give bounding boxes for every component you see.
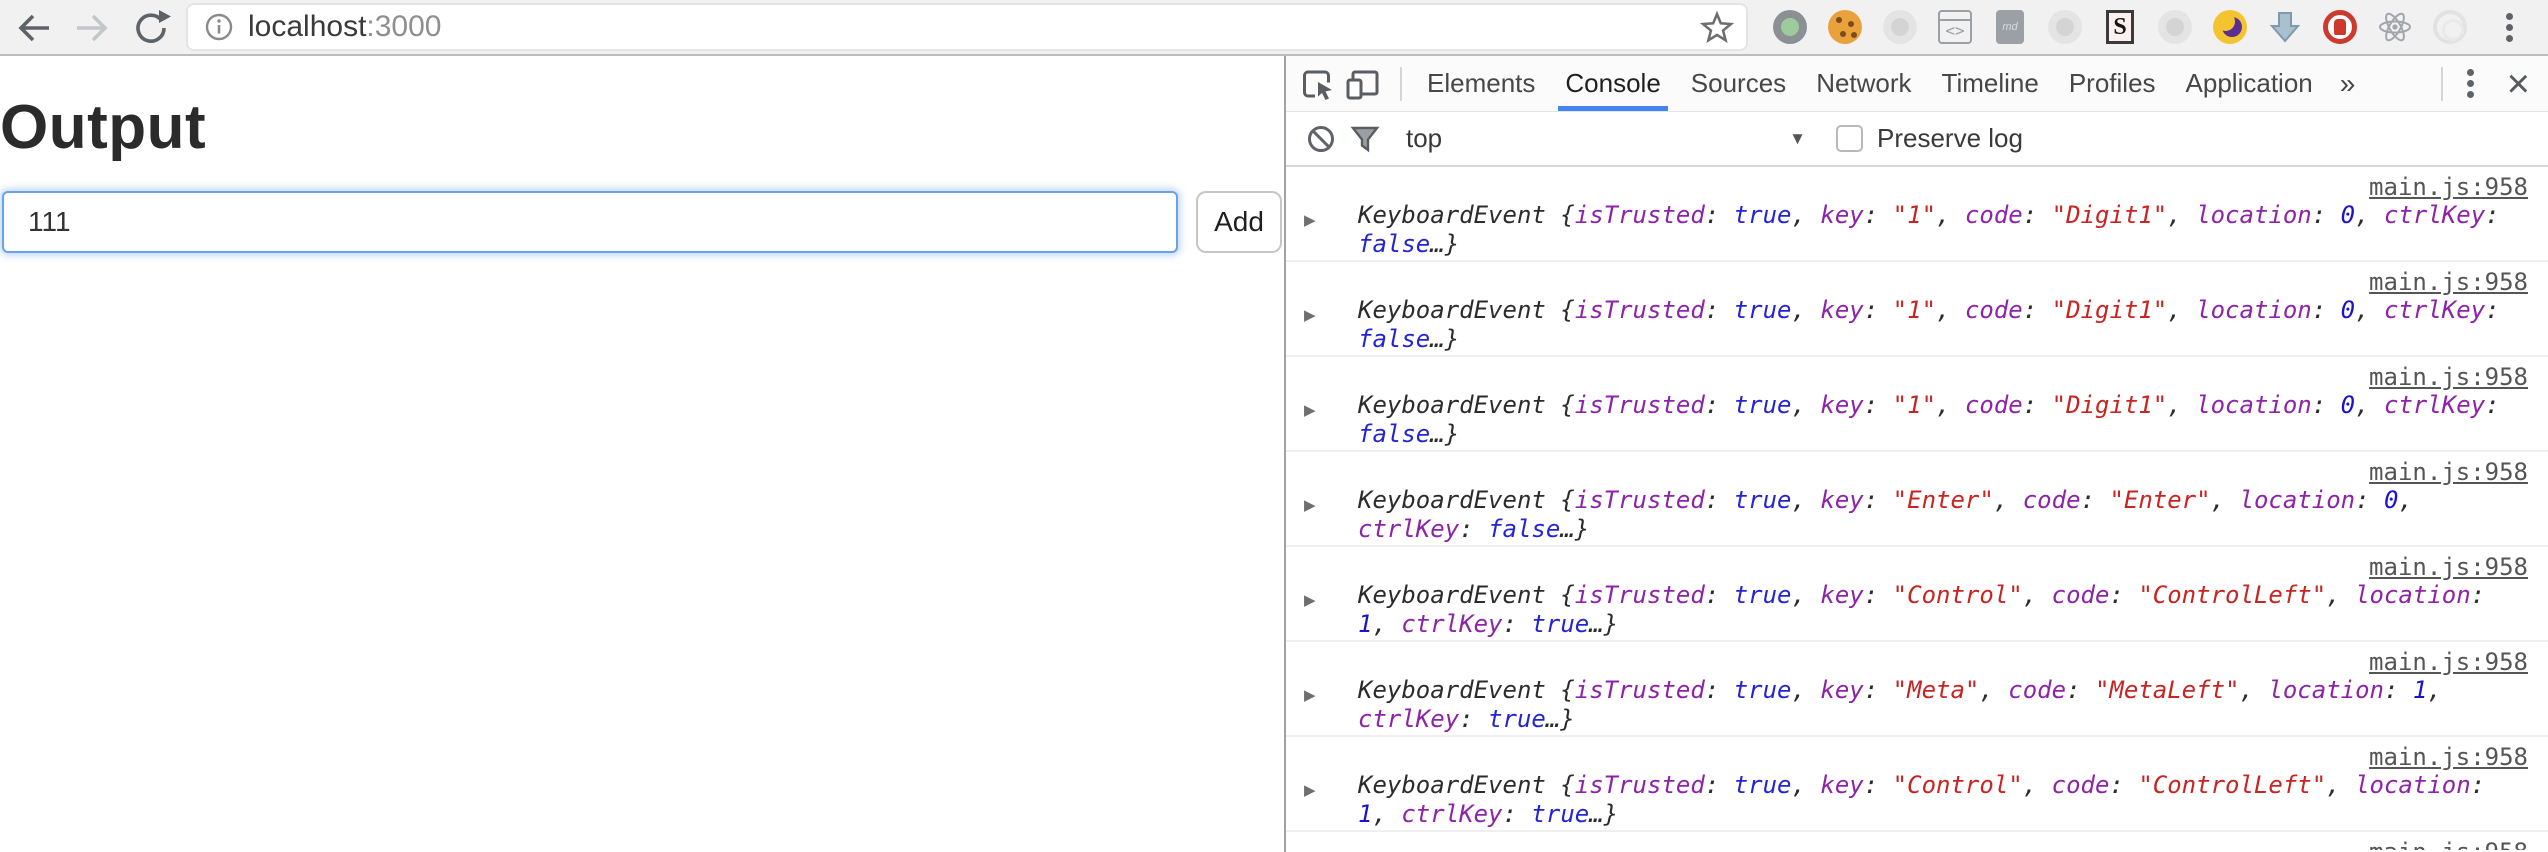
devtools-panel: Elements Console Sources Network Timeline Pro… <box>1284 56 2548 852</box>
execution-context-select[interactable]: top ▼ <box>1406 123 1806 154</box>
inspect-element-icon[interactable] <box>1298 65 1336 103</box>
more-tabs-button[interactable]: » <box>2328 56 2368 111</box>
extension-faded-swirl-icon[interactable] <box>1883 10 1917 44</box>
extension-faded-spiral-icon[interactable] <box>2433 10 2467 44</box>
tab-elements[interactable]: Elements <box>1412 56 1550 111</box>
console-log-entry: main.js:958 ▶ KeyboardEvent {isTrusted: tr… <box>1286 547 2548 642</box>
preserve-log-label: Preserve log <box>1877 123 2023 153</box>
extension-faded-dot-icon[interactable] <box>2158 10 2192 44</box>
extension-cookie-icon[interactable] <box>1828 10 1862 44</box>
source-link[interactable]: main.js:958 <box>1328 743 2528 771</box>
back-button-icon[interactable] <box>12 6 56 50</box>
page-title: Output <box>0 93 207 162</box>
console-toolbar: top ▼ Preserve log <box>1286 112 2548 167</box>
url-text: localhost:3000 <box>248 10 441 44</box>
extension-night-mode-moon-icon[interactable] <box>2213 10 2247 44</box>
preserve-log-checkbox[interactable] <box>1836 125 1863 152</box>
tab-application[interactable]: Application <box>2171 56 2328 111</box>
expand-triangle-icon[interactable]: ▶ <box>1304 401 1316 419</box>
log-message: KeyboardEvent {isTrusted: true, key: "Me… <box>1358 676 2442 733</box>
execution-context-label: top <box>1406 123 1443 153</box>
extension-code-window-icon[interactable]: <> <box>1938 10 1972 44</box>
expand-triangle-icon[interactable]: ▶ <box>1304 686 1316 704</box>
value-input[interactable] <box>2 191 1178 253</box>
chevron-down-icon: ▼ <box>1789 128 1806 148</box>
devtools-tabs: Elements Console Sources Network Timeline Pro… <box>1412 56 2367 111</box>
expand-triangle-icon[interactable]: ▶ <box>1304 496 1316 514</box>
console-log-entry: main.js:958 ▶ KeyboardEvent {isTrusted: tr… <box>1286 167 2548 262</box>
devtools-close-icon[interactable]: × <box>2499 64 2538 104</box>
md-glyph: md <box>2002 21 2018 33</box>
tab-sources[interactable]: Sources <box>1676 56 1801 111</box>
console-log-entry: main.js:958 <box>1286 832 2548 850</box>
log-message: KeyboardEvent {isTrusted: true, key: "Co… <box>1358 771 2486 828</box>
log-message: KeyboardEvent {isTrusted: true, key: "1"… <box>1358 296 2500 353</box>
log-message: KeyboardEvent {isTrusted: true, key: "1"… <box>1358 391 2500 448</box>
source-link[interactable]: main.js:958 <box>1328 838 2528 850</box>
source-link[interactable]: main.js:958 <box>1328 458 2528 486</box>
console-log-entry: main.js:958 ▶ KeyboardEvent {isTrusted: tr… <box>1286 642 2548 737</box>
toolbar-separator <box>1400 66 1402 101</box>
add-row: Add <box>2 191 1284 253</box>
url-port: :3000 <box>366 10 442 43</box>
console-log-entry: main.js:958 ▶ KeyboardEvent {isTrusted: tr… <box>1286 737 2548 832</box>
page-content: Output Add <box>0 56 1284 852</box>
source-link[interactable]: main.js:958 <box>1328 553 2528 581</box>
reload-button-icon[interactable] <box>128 6 172 50</box>
extensions-row: <> md S <box>1773 10 2467 44</box>
extension-stylish-s-icon[interactable]: S <box>2106 10 2134 44</box>
extension-green-dot-icon[interactable] <box>1773 10 1807 44</box>
extension-react-devtools-icon[interactable] <box>2378 10 2412 44</box>
log-message: KeyboardEvent {isTrusted: true, key: "En… <box>1358 486 2413 543</box>
expand-triangle-icon[interactable]: ▶ <box>1304 591 1316 609</box>
url-host: localhost <box>248 10 367 43</box>
console-log-entry: main.js:958 ▶ KeyboardEvent {isTrusted: tr… <box>1286 452 2548 547</box>
bookmark-star-icon[interactable] <box>1699 10 1735 44</box>
log-message: KeyboardEvent {isTrusted: true, key: "1"… <box>1358 201 2500 258</box>
source-link[interactable]: main.js:958 <box>1328 363 2528 391</box>
tab-console[interactable]: Console <box>1550 56 1675 111</box>
console-entries: main.js:958 ▶ KeyboardEvent {isTrusted: tr… <box>1286 167 2548 850</box>
filter-icon[interactable] <box>1350 124 1380 154</box>
tab-network[interactable]: Network <box>1801 56 1926 111</box>
s-glyph: S <box>2113 13 2127 40</box>
log-message: KeyboardEvent {isTrusted: true, key: "Co… <box>1358 581 2486 638</box>
browser-toolbar: localhost:3000 <> md S <box>0 0 2548 56</box>
extension-save-down-arrow-icon[interactable] <box>2268 10 2302 44</box>
clear-console-icon[interactable] <box>1306 124 1336 154</box>
expand-triangle-icon[interactable]: ▶ <box>1304 781 1316 799</box>
devtools-tabbar: Elements Console Sources Network Timeline Pro… <box>1286 56 2548 112</box>
tab-profiles[interactable]: Profiles <box>2054 56 2171 111</box>
expand-triangle-icon[interactable]: ▶ <box>1304 211 1316 229</box>
console-log-entry: main.js:958 ▶ KeyboardEvent {isTrusted: tr… <box>1286 357 2548 452</box>
source-link[interactable]: main.js:958 <box>1328 173 2528 201</box>
console-log-entry: main.js:958 ▶ KeyboardEvent {isTrusted: tr… <box>1286 262 2548 357</box>
page-info-icon[interactable] <box>204 12 234 42</box>
extension-faded-dot-icon[interactable] <box>2048 10 2082 44</box>
device-toolbar-icon[interactable] <box>1344 65 1382 103</box>
devtools-menu-icon[interactable] <box>2466 65 2475 102</box>
url-bar[interactable]: localhost:3000 <box>186 3 1748 51</box>
code-glyph: <> <box>1945 21 1965 40</box>
browser-menu-icon[interactable] <box>2506 13 2514 43</box>
devtools-tabbar-right: × <box>2431 64 2538 104</box>
toolbar-separator <box>2440 66 2443 101</box>
forward-button-icon[interactable] <box>70 6 114 50</box>
add-button[interactable]: Add <box>1196 191 1282 253</box>
source-link[interactable]: main.js:958 <box>1328 268 2528 296</box>
extension-stop-hand-icon[interactable] <box>2323 10 2357 44</box>
source-link[interactable]: main.js:958 <box>1328 648 2528 676</box>
tab-timeline[interactable]: Timeline <box>1927 56 2054 111</box>
extension-markdown-doc-icon[interactable]: md <box>1996 10 2024 44</box>
expand-triangle-icon[interactable]: ▶ <box>1304 306 1316 324</box>
